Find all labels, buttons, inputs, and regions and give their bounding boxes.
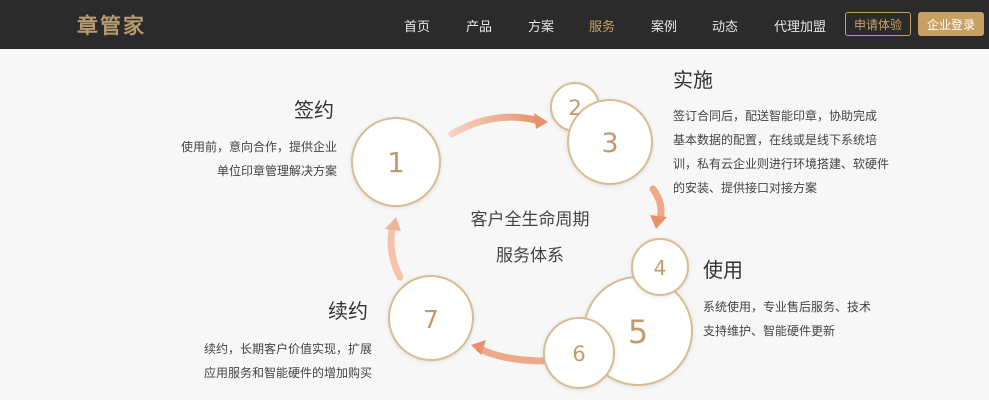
- arrow-6-to-7: [476, 345, 549, 365]
- stage-use-title: 使用: [703, 258, 743, 282]
- top-navigation-bar: 章管家 首页 产品 方案 服务 案例 动态 代理加盟 申请体验 企业登录: [0, 0, 989, 49]
- circle-2-number: 2: [568, 96, 581, 120]
- stage-implement-desc-line-2: 基本数据的配置，在线或是线下系统培: [673, 133, 878, 147]
- stage-implement-desc-line-1: 签订合同后，配送智能印章，协助完成: [673, 109, 878, 123]
- arrow-7-to-1-head: [385, 217, 401, 231]
- stage-implement-desc: 签订合同后，配送智能印章，协助完成 基本数据的配置，在线或是线下系统培 训，私有…: [673, 104, 889, 200]
- enterprise-login-button[interactable]: 企业登录: [918, 12, 984, 36]
- stage-renew-desc-line-1: 续约，长期客户价值实现，扩展: [203, 342, 372, 356]
- arrow-7-to-1: [387, 225, 404, 281]
- stage-renew-desc: 续约，长期客户价值实现，扩展 应用服务和智能硬件的增加购买: [204, 337, 372, 385]
- nav-news[interactable]: 动态: [712, 16, 738, 35]
- circle-4-number: 4: [654, 256, 667, 280]
- stage-sign-desc-line-2: 单位印章管理解决方案: [216, 164, 337, 178]
- logo[interactable]: 章管家: [77, 10, 146, 40]
- arrow-3-to-4-head: [650, 215, 667, 229]
- stage-renew-title: 续约: [328, 299, 368, 323]
- stage-use-desc-line-2: 支持维护、智能硬件更新: [703, 324, 836, 338]
- nav-cases[interactable]: 案例: [651, 16, 677, 35]
- circle-3-number: 3: [601, 128, 618, 159]
- arrow-3-to-4: [649, 185, 665, 223]
- circle-7-number: 7: [423, 305, 439, 334]
- nav-solutions[interactable]: 方案: [528, 16, 554, 35]
- stage-sign-desc-line-1: 使用前，意向合作，提供企业: [180, 140, 337, 154]
- stage-use-desc-line-1: 系统使用，专业售后服务、技术: [703, 300, 872, 314]
- center-line-1: 客户全生命周期: [470, 210, 590, 230]
- stage-sign-desc: 使用前，意向合作，提供企业 单位印章管理解决方案: [181, 135, 337, 183]
- arrow-1-to-2: [448, 113, 544, 138]
- nav-products[interactable]: 产品: [466, 16, 492, 35]
- stage-implement-title: 实施: [673, 68, 713, 92]
- stage-use-desc: 系统使用，专业售后服务、技术 支持维护、智能硬件更新: [703, 295, 871, 343]
- circle-6-number: 6: [572, 342, 585, 366]
- stage-implement-desc-line-3: 训，私有云企业则进行环境搭建、软硬件: [673, 157, 890, 171]
- stage-sign-title: 签约: [294, 98, 334, 122]
- cycle-center-label: 客户全生命周期 服务体系: [450, 202, 610, 274]
- nav-services[interactable]: 服务: [589, 16, 615, 35]
- nav-agency[interactable]: 代理加盟: [774, 16, 826, 35]
- nav-home[interactable]: 首页: [404, 16, 430, 35]
- center-line-2: 服务体系: [496, 246, 564, 266]
- apply-trial-button[interactable]: 申请体验: [845, 12, 911, 36]
- stage-renew-desc-line-2: 应用服务和智能硬件的增加购买: [203, 366, 372, 380]
- circle-5-number: 5: [628, 313, 648, 351]
- stage-implement-desc-line-4: 的安装、提供接口对接方案: [673, 181, 818, 195]
- service-cycle-section: 1 2 3 4 5 6 7 客户全生命周期 服务体系 签约 使用前，意向合作，提…: [0, 49, 989, 400]
- arrow-1-to-2-head: [534, 113, 548, 129]
- circle-1-number: 1: [387, 146, 405, 179]
